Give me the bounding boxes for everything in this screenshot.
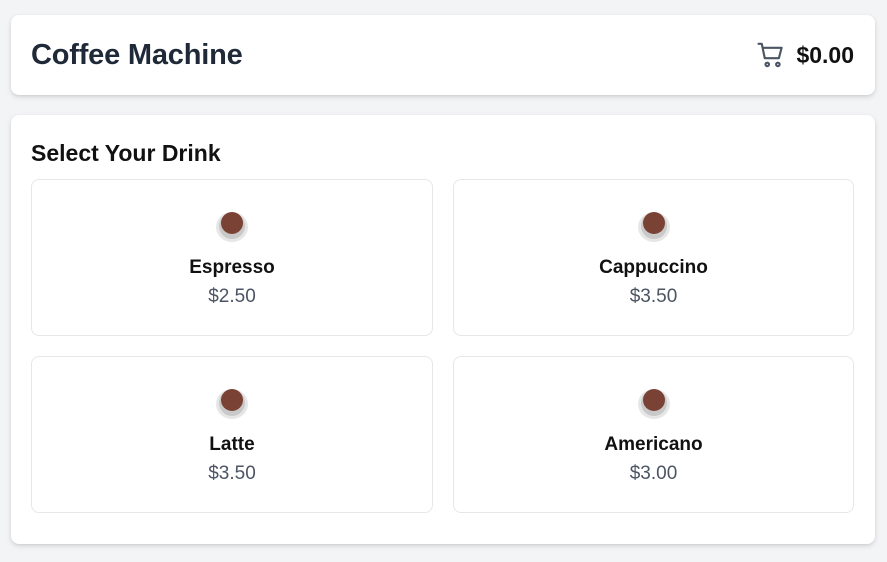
drink-grid: Espresso $2.50 Cappuccino $3.50 Latte $3… bbox=[31, 179, 855, 513]
cart-total: $0.00 bbox=[796, 41, 854, 68]
coffee-cup-icon bbox=[637, 389, 670, 419]
drink-name: Cappuccino bbox=[599, 257, 708, 278]
drink-card-americano[interactable]: Americano $3.00 bbox=[453, 356, 854, 513]
drink-price: $3.50 bbox=[629, 286, 678, 307]
drink-price: $3.00 bbox=[629, 463, 678, 484]
app-header: Coffee Machine $0.00 bbox=[11, 15, 875, 95]
coffee-cup-icon bbox=[216, 212, 248, 242]
drink-name: Espresso bbox=[189, 257, 275, 278]
drink-menu-panel: Select Your Drink Espresso $2.50 Cappucc… bbox=[11, 115, 875, 544]
drink-name: Latte bbox=[209, 434, 255, 455]
drink-card-cappuccino[interactable]: Cappuccino $3.50 bbox=[453, 179, 854, 336]
app-title: Coffee Machine bbox=[31, 38, 243, 71]
drink-price: $2.50 bbox=[208, 286, 256, 307]
cart-icon bbox=[757, 42, 784, 68]
drink-card-espresso[interactable]: Espresso $2.50 bbox=[31, 179, 433, 336]
menu-heading: Select Your Drink bbox=[31, 140, 221, 166]
coffee-cup-icon bbox=[216, 389, 248, 419]
drink-name: Americano bbox=[604, 434, 703, 455]
coffee-cup-icon bbox=[637, 212, 670, 242]
drink-card-latte[interactable]: Latte $3.50 bbox=[31, 356, 433, 513]
cart-button[interactable]: $0.00 bbox=[756, 40, 854, 70]
drink-price: $3.50 bbox=[208, 463, 256, 484]
